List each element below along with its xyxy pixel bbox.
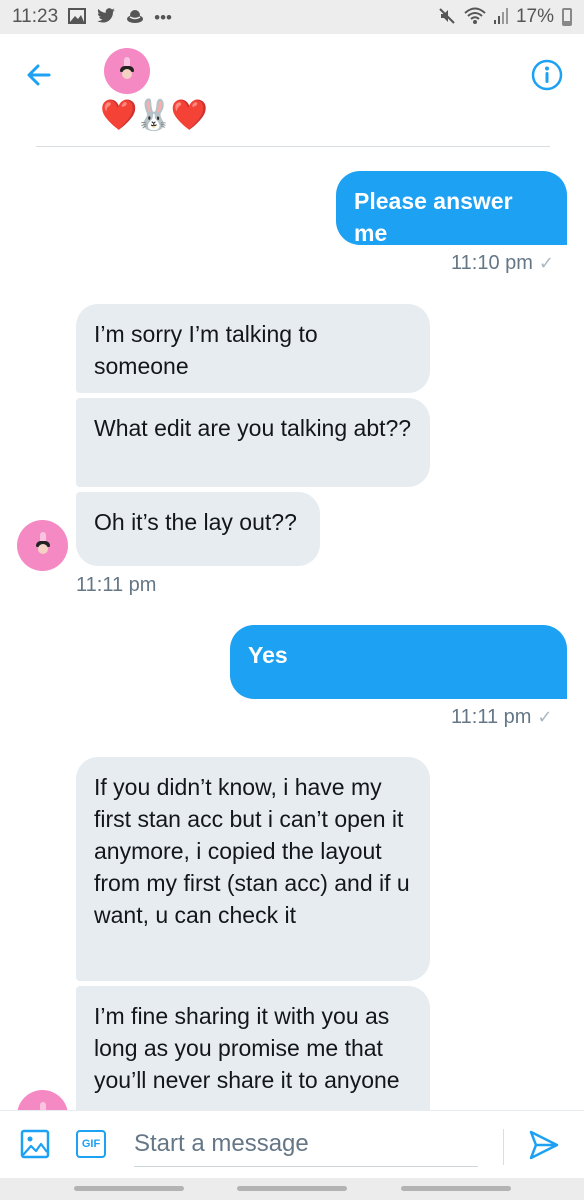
message-text: I’m fine sharing it with you as long as … xyxy=(94,1003,400,1093)
status-bar: 11:23 ••• 17% xyxy=(0,0,584,34)
message-incoming[interactable]: If you didn’t know, i have my first stan… xyxy=(76,757,430,981)
nav-recents-button[interactable] xyxy=(74,1186,184,1191)
message-outgoing[interactable]: Yes xyxy=(230,625,567,699)
gif-button[interactable]: GIF xyxy=(76,1130,106,1158)
status-right: 17% xyxy=(438,6,572,28)
message-incoming[interactable]: Oh it’s the lay out?? xyxy=(76,492,320,566)
twitter-icon xyxy=(96,7,116,27)
battery-icon xyxy=(562,8,572,26)
check-icon: ✓ xyxy=(537,707,553,727)
message-text: Please answer me xyxy=(354,188,513,246)
timestamp-text: 11:11 pm xyxy=(451,706,532,728)
add-image-button[interactable] xyxy=(20,1129,50,1159)
info-button[interactable] xyxy=(530,58,564,92)
timestamp: 11:10 pm ✓ xyxy=(451,252,554,275)
message-input[interactable] xyxy=(134,1121,478,1167)
message-composer: GIF xyxy=(0,1110,584,1178)
contact-name[interactable]: ❤️🐰❤️ xyxy=(100,98,208,134)
message-text: I’m sorry I’m talking to someone xyxy=(94,321,318,379)
gif-label: GIF xyxy=(81,1138,101,1150)
sender-avatar[interactable] xyxy=(17,520,68,571)
mute-icon xyxy=(438,7,456,28)
message-incoming[interactable]: I’m fine sharing it with you as long as … xyxy=(76,986,430,1110)
message-text: If you didn’t know, i have my first stan… xyxy=(94,774,410,928)
status-time: 11:23 xyxy=(12,6,59,27)
nav-back-button[interactable] xyxy=(401,1186,511,1191)
message-incoming[interactable]: What edit are you talking abt?? xyxy=(76,398,430,487)
send-icon xyxy=(529,1130,559,1160)
timestamp: 11:11 pm xyxy=(76,574,156,597)
more-icon: ••• xyxy=(154,7,172,27)
composer-divider xyxy=(503,1129,504,1165)
header-divider xyxy=(36,146,550,147)
battery-percent: 17% xyxy=(515,6,554,27)
message-text: Oh it’s the lay out?? xyxy=(94,509,297,535)
image-icon xyxy=(20,1129,50,1159)
signal-icon xyxy=(493,7,508,27)
message-incoming[interactable]: I’m sorry I’m talking to someone xyxy=(76,304,430,393)
timestamp-text: 11:11 pm xyxy=(76,574,157,596)
conversation-header: ❤️🐰❤️ xyxy=(0,34,584,147)
send-button[interactable] xyxy=(528,1129,560,1161)
arrow-left-icon xyxy=(27,64,51,86)
message-text: What edit are you talking abt?? xyxy=(94,415,412,441)
hat-icon xyxy=(126,8,144,27)
message-text: Yes xyxy=(248,642,288,668)
wifi-icon xyxy=(464,7,486,28)
back-button[interactable] xyxy=(22,58,56,92)
contact-avatar[interactable] xyxy=(104,48,150,94)
sender-avatar[interactable] xyxy=(17,1090,68,1110)
info-icon xyxy=(531,59,563,91)
system-nav-bar xyxy=(0,1178,584,1200)
status-left: 11:23 ••• xyxy=(12,6,172,28)
check-icon: ✓ xyxy=(538,253,554,273)
timestamp-text: 11:10 pm xyxy=(451,252,533,274)
nav-home-button[interactable] xyxy=(237,1186,347,1191)
avatar-image xyxy=(120,57,134,79)
timestamp: 11:11 pm ✓ xyxy=(451,706,553,729)
message-outgoing[interactable]: Please answer me xyxy=(336,171,567,246)
gallery-icon xyxy=(68,7,87,27)
message-list[interactable]: Please answer me 11:10 pm ✓ I’m sorry I’m… xyxy=(0,150,584,1110)
avatar-image xyxy=(35,531,50,554)
